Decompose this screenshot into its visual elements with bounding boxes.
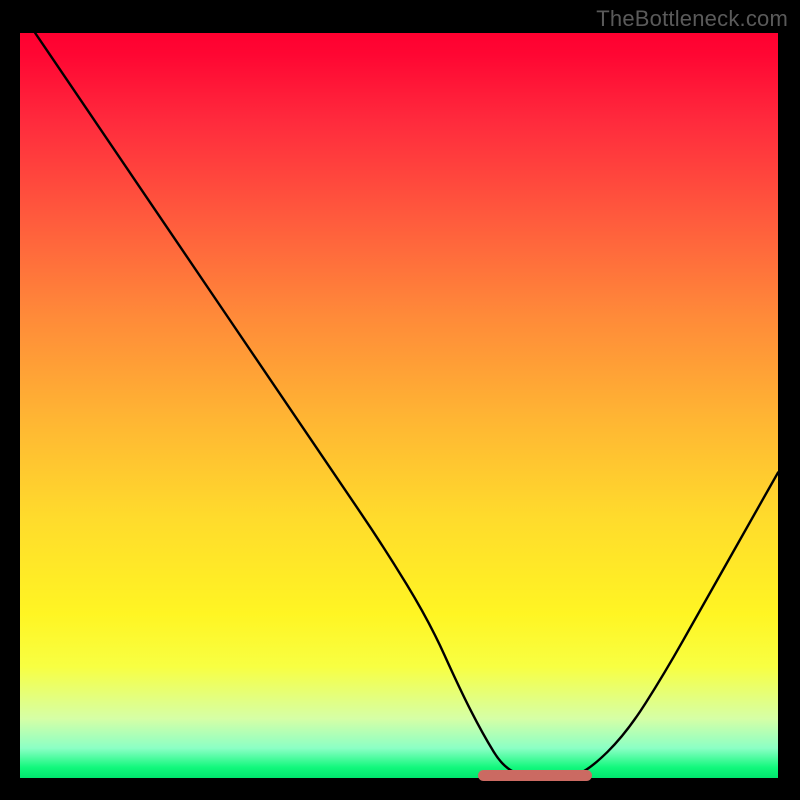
optimal-range-marker bbox=[478, 770, 592, 781]
plot-area bbox=[20, 33, 778, 778]
watermark-text: TheBottleneck.com bbox=[596, 6, 788, 32]
chart-container: TheBottleneck.com bbox=[0, 0, 800, 800]
bottleneck-curve bbox=[20, 33, 778, 778]
